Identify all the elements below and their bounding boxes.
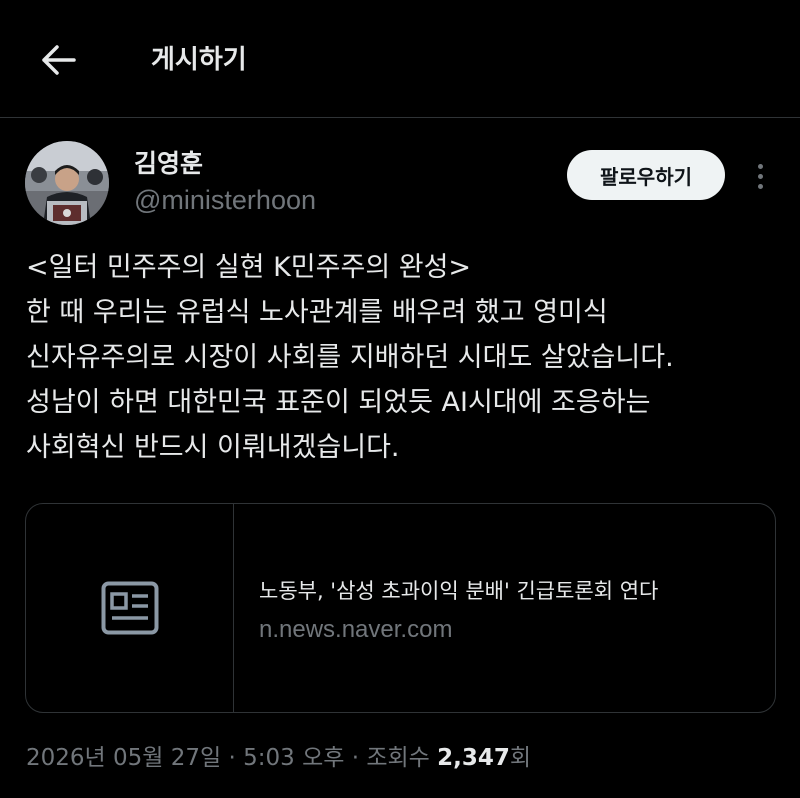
avatar[interactable]: [25, 141, 109, 225]
author-name[interactable]: 김영훈: [134, 147, 203, 181]
views-label: 조회수: [366, 745, 438, 771]
card-domain: n.news.naver.com: [259, 616, 453, 643]
article-icon: [101, 581, 158, 635]
top-bar: 게시하기: [0, 0, 800, 118]
avatar-photo: [25, 141, 109, 225]
link-card[interactable]: 노동부, '삼성 초과이익 분배' 긴급토론회 연다 n.news.naver.…: [25, 503, 776, 713]
tweet-line: 사회혁신 반드시 이뤄내겠습니다.: [26, 432, 400, 463]
separator: ·: [221, 745, 244, 771]
card-thumbnail: [26, 504, 234, 712]
post-time[interactable]: 5:03 오후: [243, 745, 344, 771]
more-vertical-icon-dot: [757, 173, 763, 179]
author-handle[interactable]: @ministerhoon: [134, 183, 316, 217]
arrow-left-icon: [42, 45, 76, 75]
more-vertical-icon-dot: [757, 183, 763, 189]
tweet-line: 한 때 우리는 유럽식 노사관계를 배우려 했고 영미식: [26, 297, 608, 328]
tweet-line: <일터 민주주의 실현 K민주주의 완성>: [26, 252, 472, 283]
more-vertical-icon: [757, 163, 763, 169]
tweet-meta: 2026년 05월 27일 · 5:03 오후 · 조회수 2,347회: [26, 741, 531, 775]
tweet-line: 신자유주의로 시장이 사회를 지배하던 시대도 살았습니다.: [26, 342, 674, 373]
post-date[interactable]: 2026년 05월 27일: [26, 745, 221, 771]
page-title: 게시하기: [151, 45, 247, 75]
back-button[interactable]: [36, 40, 80, 80]
tweet-text: <일터 민주주의 실현 K민주주의 완성> 한 때 우리는 유럽식 노사관계를 …: [26, 245, 786, 470]
separator: ·: [344, 745, 367, 771]
tweet-line: 성남이 하면 대한민국 표준이 되었듯 AI시대에 조응하는: [26, 387, 651, 418]
follow-button[interactable]: 팔로우하기: [567, 150, 725, 200]
card-title[interactable]: 노동부, '삼성 초과이익 분배' 긴급토론회 연다: [259, 576, 658, 606]
more-button[interactable]: [745, 158, 775, 194]
views-suffix: 회: [509, 745, 532, 771]
views-count: 2,347: [437, 745, 510, 771]
